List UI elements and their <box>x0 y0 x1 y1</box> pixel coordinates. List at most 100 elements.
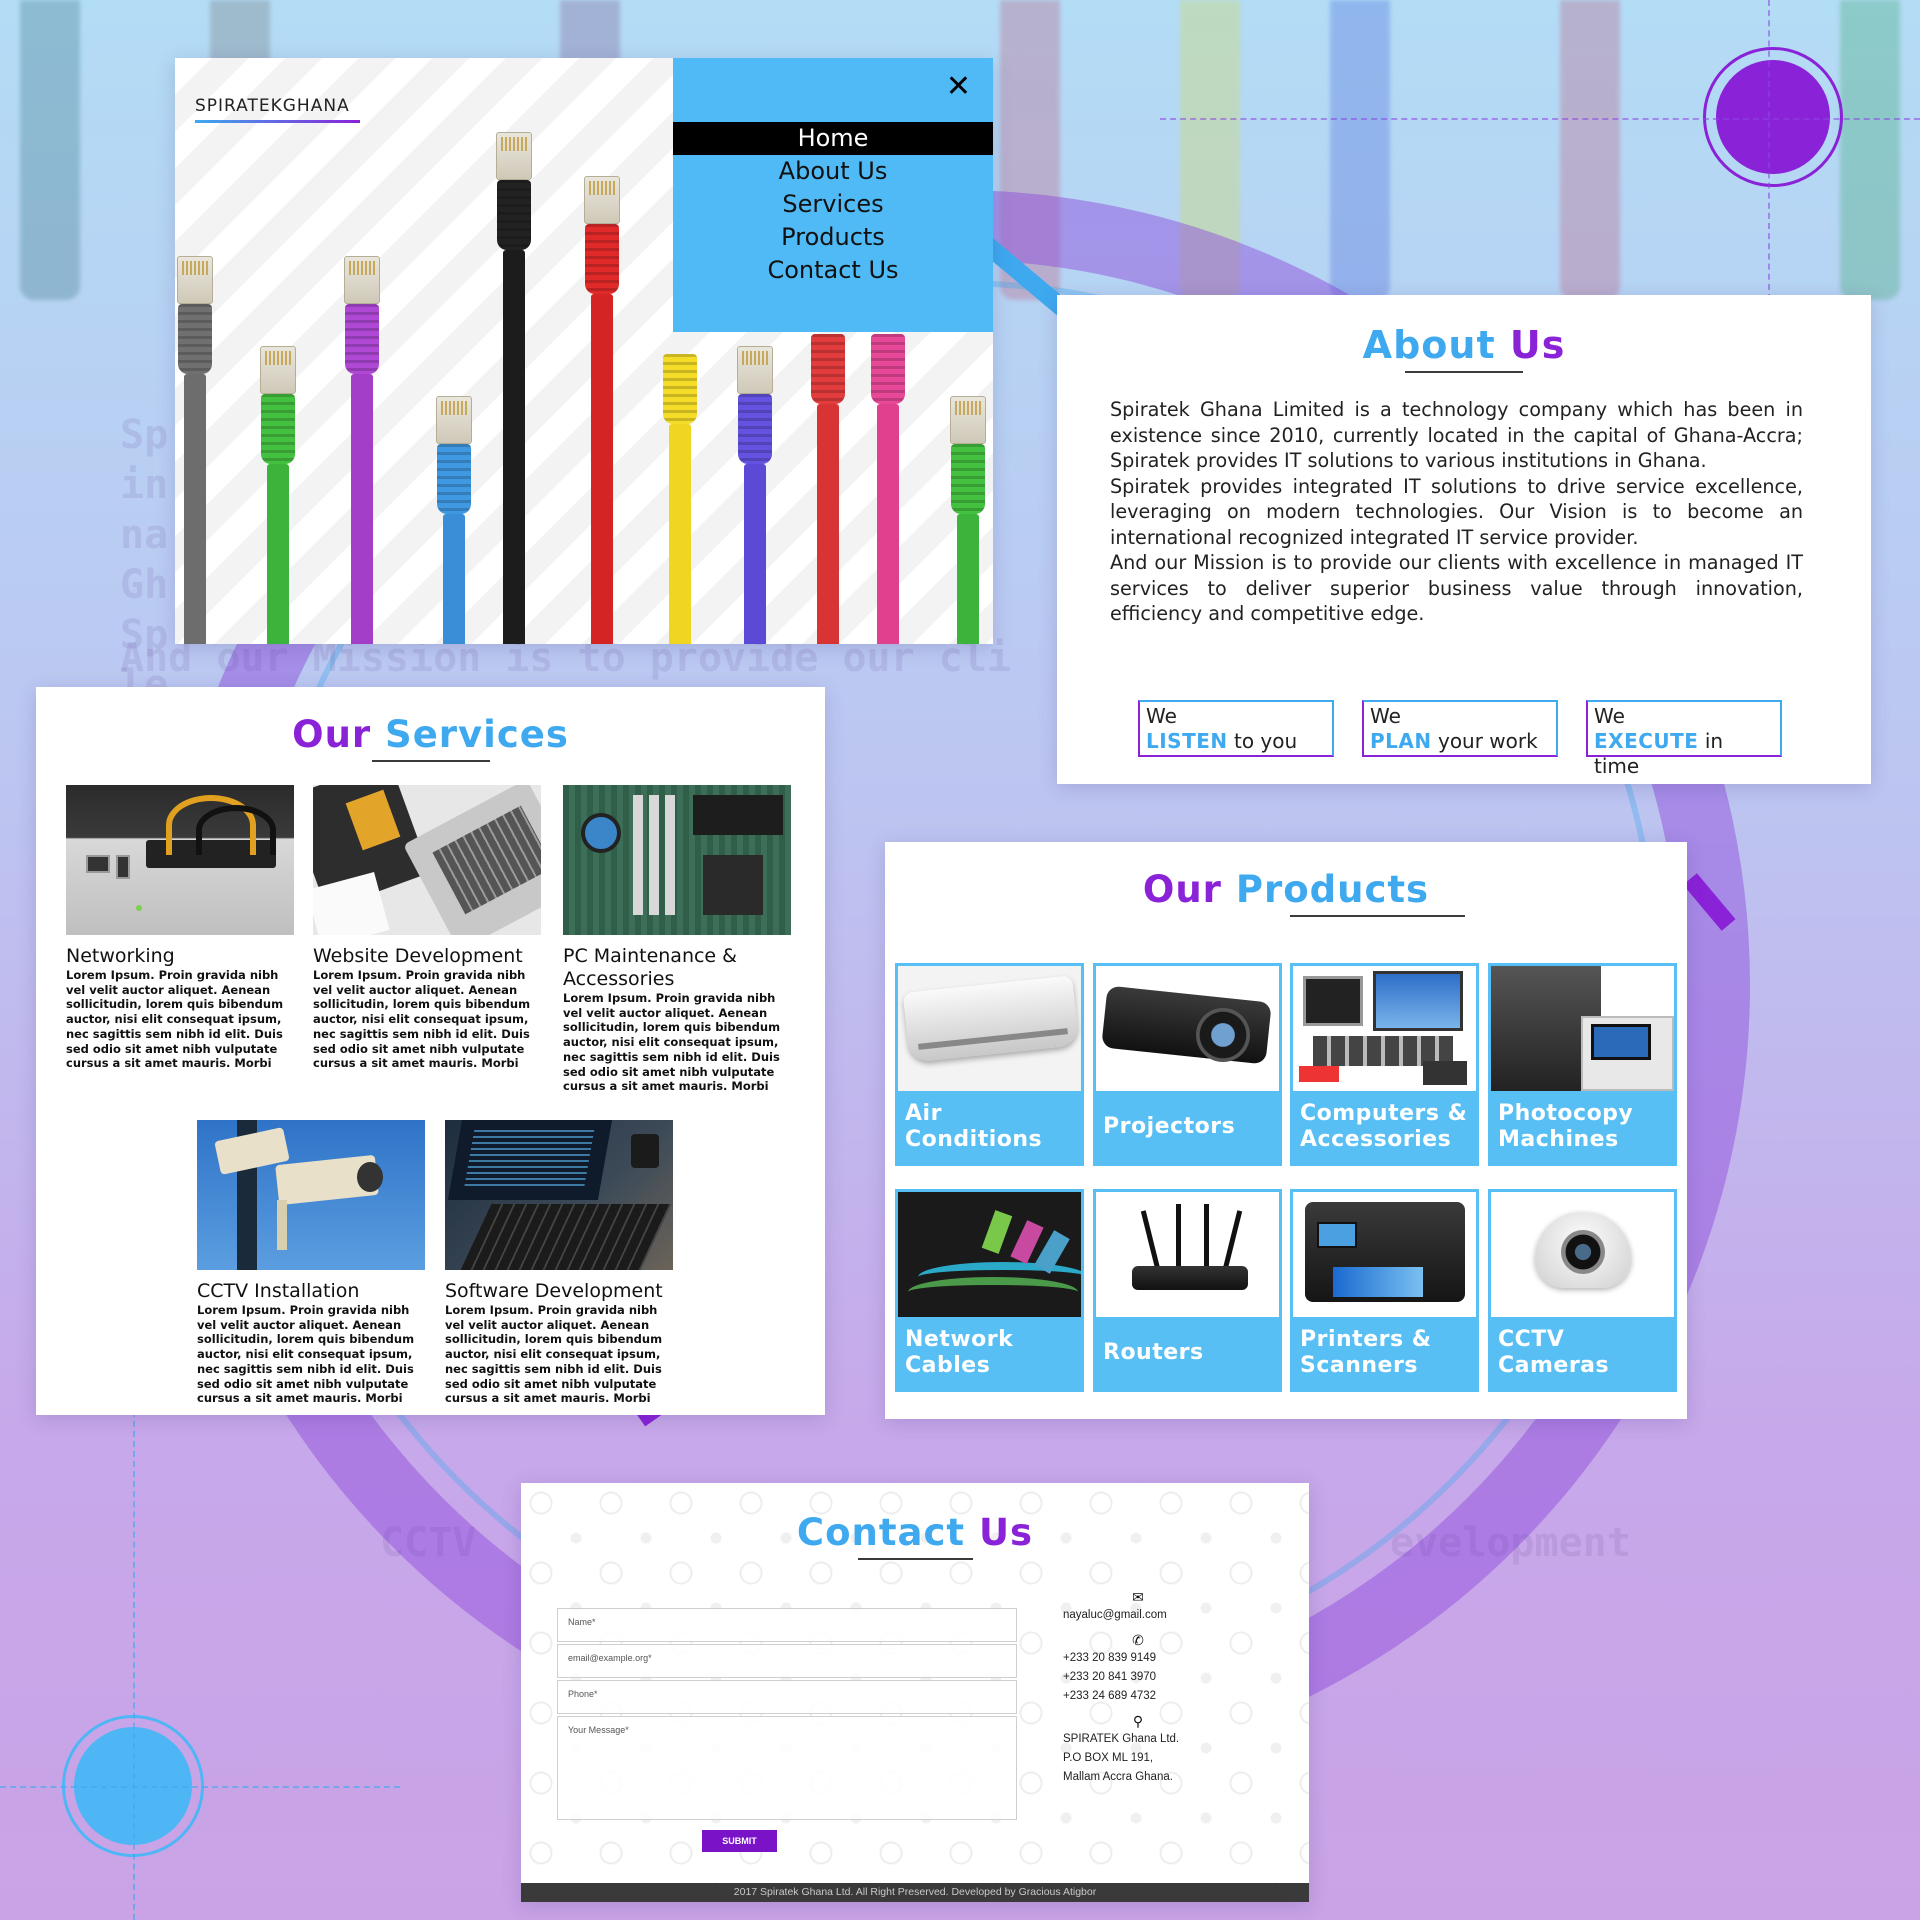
cctv-camera-image <box>197 1120 425 1270</box>
title-part: Us <box>1509 323 1566 367</box>
service-description: Lorem Ipsum. Proin gravida nibh vel veli… <box>197 1303 415 1406</box>
bg-dashed-line <box>1768 0 1770 300</box>
product-name: CCTV Cameras <box>1491 1317 1674 1389</box>
product-card-printers[interactable]: Printers & Scanners <box>1290 1189 1479 1392</box>
title-part: Products <box>1235 868 1430 911</box>
phone-icon: ✆ <box>1132 1632 1144 1648</box>
location-pin-icon: ⚲ <box>1132 1713 1144 1729</box>
air-conditioner-image <box>898 966 1081 1091</box>
nav-item-contact[interactable]: Contact Us <box>673 254 993 287</box>
product-card-network-cables[interactable]: Network Cables <box>895 1189 1084 1392</box>
service-card-cctv-installation[interactable]: CCTV Installation Lorem Ipsum. Proin gra… <box>197 1120 425 1406</box>
logo-underline <box>195 120 360 123</box>
address-line: Mallam Accra Ghana. <box>1063 1771 1173 1783</box>
nav-item-products[interactable]: Products <box>673 221 993 254</box>
product-card-projectors[interactable]: Projectors <box>1093 963 1282 1166</box>
computers-collage-image <box>1293 966 1476 1091</box>
service-name: PC Maintenance & Accessories <box>563 945 737 990</box>
motto-rest: to you <box>1227 729 1298 753</box>
service-name: Website Development <box>313 945 523 967</box>
ethernet-cable-image <box>429 394 479 644</box>
service-description: Lorem Ipsum. Proin gravida nibh vel veli… <box>313 968 531 1071</box>
about-panel: About Us Spiratek Ghana Limited is a tec… <box>1057 295 1871 784</box>
products-panel: Our Products Air Conditions Projectors C… <box>885 842 1687 1419</box>
service-name: CCTV Installation <box>197 1280 360 1302</box>
product-name: Projectors <box>1096 1091 1279 1163</box>
nav-menu-list: Home About Us Services Products Contact … <box>673 122 993 287</box>
motto-plan: We PLAN your work <box>1362 700 1558 757</box>
contact-form: Name* email@example.org* Phone* Your Mes… <box>557 1608 1017 1822</box>
submit-button[interactable]: SUBMIT <box>702 1830 777 1852</box>
title-part: Services <box>385 713 569 756</box>
contact-phone: +233 20 841 3970 <box>1063 1671 1157 1683</box>
title-part: Our <box>1142 868 1236 911</box>
service-card-website-development[interactable]: Website Development Lorem Ipsum. Proin g… <box>313 785 541 1071</box>
close-icon[interactable]: ✕ <box>946 72 971 102</box>
site-logo[interactable]: SPIRATEKGHANA <box>195 96 350 116</box>
ethernet-cable-image <box>655 334 705 644</box>
laptop-desk-image <box>313 785 541 935</box>
title-part: About <box>1362 323 1510 367</box>
name-field[interactable]: Name* <box>557 1608 1017 1642</box>
section-title: Our Services <box>36 713 825 762</box>
contact-info: ✉ nayaluc@gmail.com ✆ +233 20 839 9149 +… <box>1063 1588 1213 1787</box>
title-underline <box>1290 915 1465 917</box>
contact-phone: +233 20 839 9149 <box>1063 1652 1157 1664</box>
title-part: Contact <box>796 1511 979 1554</box>
ethernet-cable-image <box>337 244 387 644</box>
product-card-air-conditions[interactable]: Air Conditions <box>895 963 1084 1166</box>
product-card-routers[interactable]: Routers <box>1093 1189 1282 1392</box>
about-text: Spiratek Ghana Limited is a technology c… <box>1110 397 1803 627</box>
nav-item-about[interactable]: About Us <box>673 155 993 188</box>
product-name: Photocopy Machines <box>1491 1091 1674 1163</box>
product-card-photocopy[interactable]: Photocopy Machines <box>1488 963 1677 1166</box>
motto-key: EXECUTE <box>1594 729 1699 753</box>
bg-dashed-line <box>1160 118 1920 120</box>
router-image <box>1096 1192 1279 1317</box>
service-card-software-development[interactable]: Software Development Lorem Ipsum. Proin … <box>445 1120 673 1406</box>
motto-execute: We EXECUTE in time <box>1586 700 1782 778</box>
ethernet-cable-image <box>253 344 303 644</box>
contact-panel: Contact Us Name* email@example.org* Phon… <box>521 1483 1309 1902</box>
hero-panel: SPIRATEKGHANA ✕ Home About Us Services P… <box>175 58 993 644</box>
section-title: Contact Us <box>521 1511 1309 1560</box>
nav-item-services[interactable]: Services <box>673 188 993 221</box>
about-paragraph: Spiratek Ghana Limited is a technology c… <box>1110 398 1803 472</box>
title-underline <box>1405 371 1523 373</box>
product-card-computers[interactable]: Computers & Accessories <box>1290 963 1479 1166</box>
service-card-networking[interactable]: Networking Lorem Ipsum. Proin gravida ni… <box>66 785 294 1071</box>
address-line: SPIRATEK Ghana Ltd. <box>1063 1733 1180 1745</box>
projector-image <box>1096 966 1279 1091</box>
ethernet-cable-image <box>803 334 853 644</box>
services-panel: Our Services Networking Lorem Ipsum. Pro… <box>36 687 825 1415</box>
phone-field[interactable]: Phone* <box>557 1680 1017 1714</box>
bg-ghost-text: evelopment <box>1390 1520 1631 1566</box>
ethernet-cable-image <box>730 344 780 644</box>
product-card-cctv-cameras[interactable]: CCTV Cameras <box>1488 1189 1677 1392</box>
title-underline <box>371 760 490 762</box>
bg-dashed-line <box>0 1786 400 1788</box>
motto-we: We <box>1146 704 1177 728</box>
service-description: Lorem Ipsum. Proin gravida nibh vel veli… <box>563 991 781 1094</box>
section-title: About Us <box>1057 323 1871 373</box>
photocopier-image <box>1491 966 1674 1091</box>
message-field[interactable]: Your Message* <box>557 1716 1017 1820</box>
ethernet-cable-image <box>865 334 911 644</box>
ethernet-cable-image <box>943 394 993 644</box>
nav-item-home[interactable]: Home <box>673 122 993 155</box>
about-paragraph: Spiratek provides integrated IT solution… <box>1110 474 1803 549</box>
product-name: Computers & Accessories <box>1293 1091 1476 1163</box>
product-name: Air Conditions <box>898 1091 1081 1163</box>
service-card-pc-maintenance[interactable]: PC Maintenance & Accessories Lorem Ipsum… <box>563 785 791 1094</box>
service-name: Networking <box>66 945 175 967</box>
service-description: Lorem Ipsum. Proin gravida nibh vel veli… <box>445 1303 663 1406</box>
network-cables-image <box>898 1192 1081 1317</box>
service-description: Lorem Ipsum. Proin gravida nibh vel veli… <box>66 968 284 1071</box>
ethernet-cable-image <box>175 244 215 644</box>
email-field[interactable]: email@example.org* <box>557 1644 1017 1678</box>
about-paragraph: And our Mission is to provide our client… <box>1110 551 1803 625</box>
contact-email[interactable]: nayaluc@gmail.com <box>1063 1606 1213 1625</box>
ethernet-cable-image <box>577 164 627 644</box>
product-name: Printers & Scanners <box>1293 1317 1476 1389</box>
ethernet-cable-image <box>489 120 539 644</box>
